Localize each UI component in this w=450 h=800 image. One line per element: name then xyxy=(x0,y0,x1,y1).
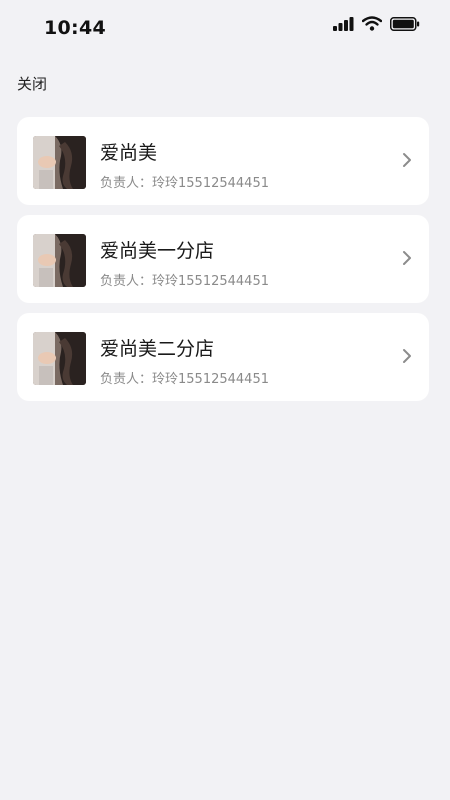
chevron-right-icon xyxy=(401,151,413,169)
status-bar: 10:44 xyxy=(0,0,450,56)
store-manager: 负责人：玲玲15512544451 xyxy=(100,176,269,191)
store-list: 爱尚美 负责人：玲玲15512544451 爱尚美一分店 负责人：玲玲15512… xyxy=(17,117,429,401)
chevron-right-icon xyxy=(401,347,413,365)
chevron-right-icon xyxy=(401,249,413,267)
store-photo-icon xyxy=(33,234,86,287)
signal-icon xyxy=(333,16,354,35)
store-manager: 负责人：玲玲15512544451 xyxy=(100,274,269,289)
store-card[interactable]: 爱尚美 负责人：玲玲15512544451 xyxy=(17,117,429,205)
store-card[interactable]: 爱尚美二分店 负责人：玲玲15512544451 xyxy=(17,313,429,401)
store-photo-icon xyxy=(33,332,86,385)
store-card[interactable]: 爱尚美一分店 负责人：玲玲15512544451 xyxy=(17,215,429,303)
close-button[interactable]: 关闭 xyxy=(17,73,47,94)
status-icons xyxy=(333,16,420,35)
status-time: 10:44 xyxy=(44,17,106,39)
wifi-icon xyxy=(361,16,383,35)
store-name: 爱尚美 xyxy=(100,142,158,164)
store-manager: 负责人：玲玲15512544451 xyxy=(100,372,269,387)
store-name: 爱尚美二分店 xyxy=(100,338,215,360)
store-photo-icon xyxy=(33,136,86,189)
battery-icon xyxy=(390,16,420,35)
store-name: 爱尚美一分店 xyxy=(100,240,215,262)
